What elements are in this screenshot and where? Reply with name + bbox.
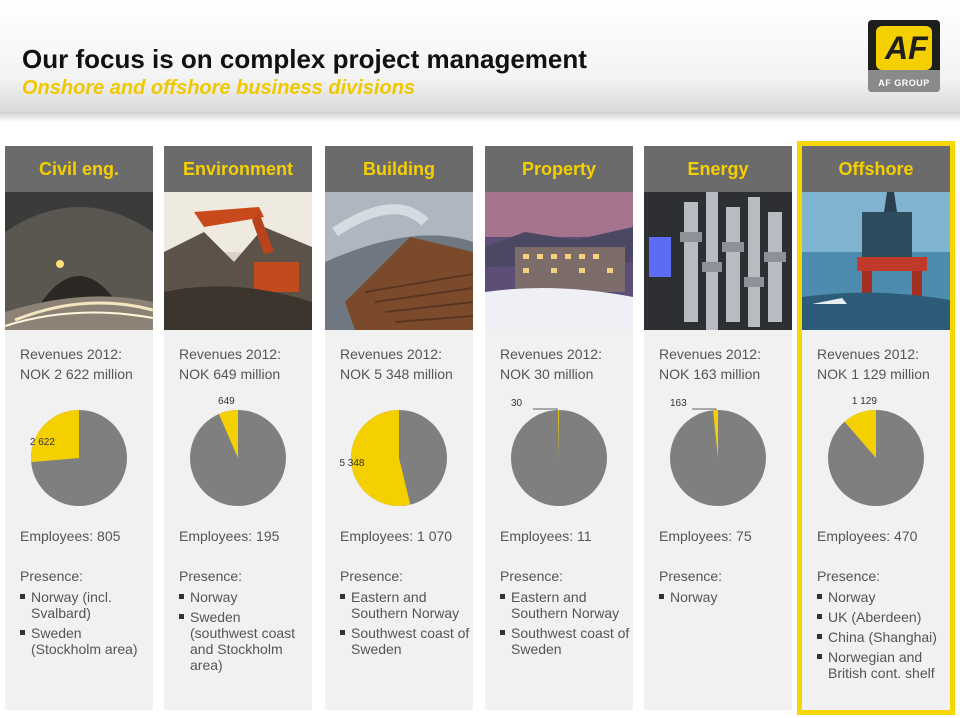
presence-item: Sweden (southwest coast and Stockholm ar… <box>179 609 309 673</box>
revenue-label: Revenues 2012: <box>20 346 122 362</box>
af-group-logo: AF AF GROUP <box>868 20 940 92</box>
presence-item: Norway <box>179 589 309 605</box>
presence-label: Presence: <box>179 568 243 584</box>
presence-label: Presence: <box>500 568 564 584</box>
division-column-property: Property Revenues 2012: NOK 30 million 3… <box>485 146 633 710</box>
presence-item: Sweden (Stockholm area) <box>20 625 150 657</box>
revenue-value: NOK 163 million <box>659 366 761 382</box>
page-title: Our focus is on complex project manageme… <box>22 44 587 74</box>
pie-value-label: 163 <box>670 398 687 409</box>
slide-header: Our focus is on complex project manageme… <box>0 0 960 112</box>
presence-label: Presence: <box>817 568 881 584</box>
pie-division-slice <box>31 410 79 463</box>
pie-value-label: 1 129 <box>852 396 877 407</box>
presence-list: Norway Sweden (southwest coast and Stockh… <box>179 589 309 677</box>
employees-count: Employees: 75 <box>659 528 752 544</box>
employees-count: Employees: 195 <box>179 528 280 544</box>
building-facade-photo <box>325 192 473 330</box>
presence-item: Norway (incl. Svalbard) <box>20 589 150 621</box>
revenue-value: NOK 5 348 million <box>340 366 453 382</box>
revenue-label: Revenues 2012: <box>659 346 761 362</box>
revenue-label: Revenues 2012: <box>179 346 281 362</box>
revenue-label: Revenues 2012: <box>817 346 919 362</box>
page-subtitle: Onshore and offshore business divisions <box>22 77 416 99</box>
presence-list: Eastern and Southern Norway Southwest coa… <box>500 589 630 661</box>
presence-item: Norway <box>817 589 947 605</box>
pie-value-label: 30 <box>511 398 523 409</box>
presence-item: UK (Aberdeen) <box>817 609 947 625</box>
presence-label: Presence: <box>340 568 404 584</box>
revenue-value: NOK 30 million <box>500 366 594 382</box>
pie-value-label: 649 <box>218 396 235 407</box>
pie-leader-line <box>692 408 717 410</box>
employees-count: Employees: 11 <box>500 528 592 544</box>
employees-count: Employees: 805 <box>20 528 121 544</box>
revenue-label: Revenues 2012: <box>500 346 602 362</box>
presence-item: Norway <box>659 589 789 605</box>
presence-item: Southwest coast of Sweden <box>500 625 630 657</box>
revenue-pie: 1 129 <box>828 396 924 506</box>
revenue-value: NOK 649 million <box>179 366 281 382</box>
division-column-civil-eng: Civil eng. Revenues 2012: NOK 2 622 mill… <box>5 146 153 710</box>
revenue-pie: 163 <box>670 398 766 506</box>
presence-list: Norway <box>659 589 789 609</box>
division-column-environment: Environment Revenues 2012: NOK 649 milli… <box>164 146 312 710</box>
employees-count: Employees: 1 070 <box>340 528 453 544</box>
employees-count: Employees: 470 <box>817 528 918 544</box>
presence-list: Norway UK (Aberdeen) China (Shanghai) Norwe… <box>817 589 947 685</box>
revenue-value: NOK 2 622 million <box>20 366 133 382</box>
revenue-pie: 5 348 <box>339 410 447 506</box>
header-shadow <box>0 112 960 122</box>
presence-list: Eastern and Southern Norway Southwest coa… <box>340 589 470 661</box>
presence-label: Presence: <box>659 568 723 584</box>
presence-item: Norwegian and British cont. shelf <box>817 649 947 681</box>
presence-item: Eastern and Southern Norway <box>340 589 470 621</box>
logo-group-text: AF GROUP <box>878 78 930 88</box>
presence-item: Southwest coast of Sweden <box>340 625 470 657</box>
revenue-pie: 30 <box>511 398 607 506</box>
revenue-pie: 649 <box>190 396 286 506</box>
industrial-valves-photo <box>644 192 792 330</box>
presence-label: Presence: <box>20 568 84 584</box>
presence-list: Norway (incl. Svalbard) Sweden (Stockholm… <box>20 589 150 661</box>
revenue-label: Revenues 2012: <box>340 346 442 362</box>
pie-value-label: 2 622 <box>30 437 55 448</box>
division-column-building: Building Revenues 2012: NOK 5 348 millio… <box>325 146 473 710</box>
revenue-pie: 2 622 <box>30 410 127 506</box>
division-title: Offshore <box>802 146 950 192</box>
tunnel-photo <box>5 192 153 330</box>
division-title: Building <box>325 146 473 192</box>
demolition-excavator-photo <box>164 192 312 330</box>
offshore-platform-photo <box>802 192 950 330</box>
division-title: Property <box>485 146 633 192</box>
division-column-offshore: Offshore Revenues 2012: NOK 1 129 millio… <box>797 141 955 715</box>
presence-item: Eastern and Southern Norway <box>500 589 630 621</box>
division-title: Environment <box>164 146 312 192</box>
revenue-value: NOK 1 129 million <box>817 366 930 382</box>
division-title: Energy <box>644 146 792 192</box>
winter-hotel-photo <box>485 192 633 330</box>
pie-leader-line <box>533 408 558 410</box>
division-column-energy: Energy Revenues 2012: NOK 163 million 16… <box>644 146 792 710</box>
logo-letters: AF <box>885 30 928 66</box>
division-title: Civil eng. <box>5 146 153 192</box>
pie-value-label: 5 348 <box>339 458 364 469</box>
presence-item: China (Shanghai) <box>817 629 947 645</box>
logo-mark: AF <box>876 26 932 70</box>
